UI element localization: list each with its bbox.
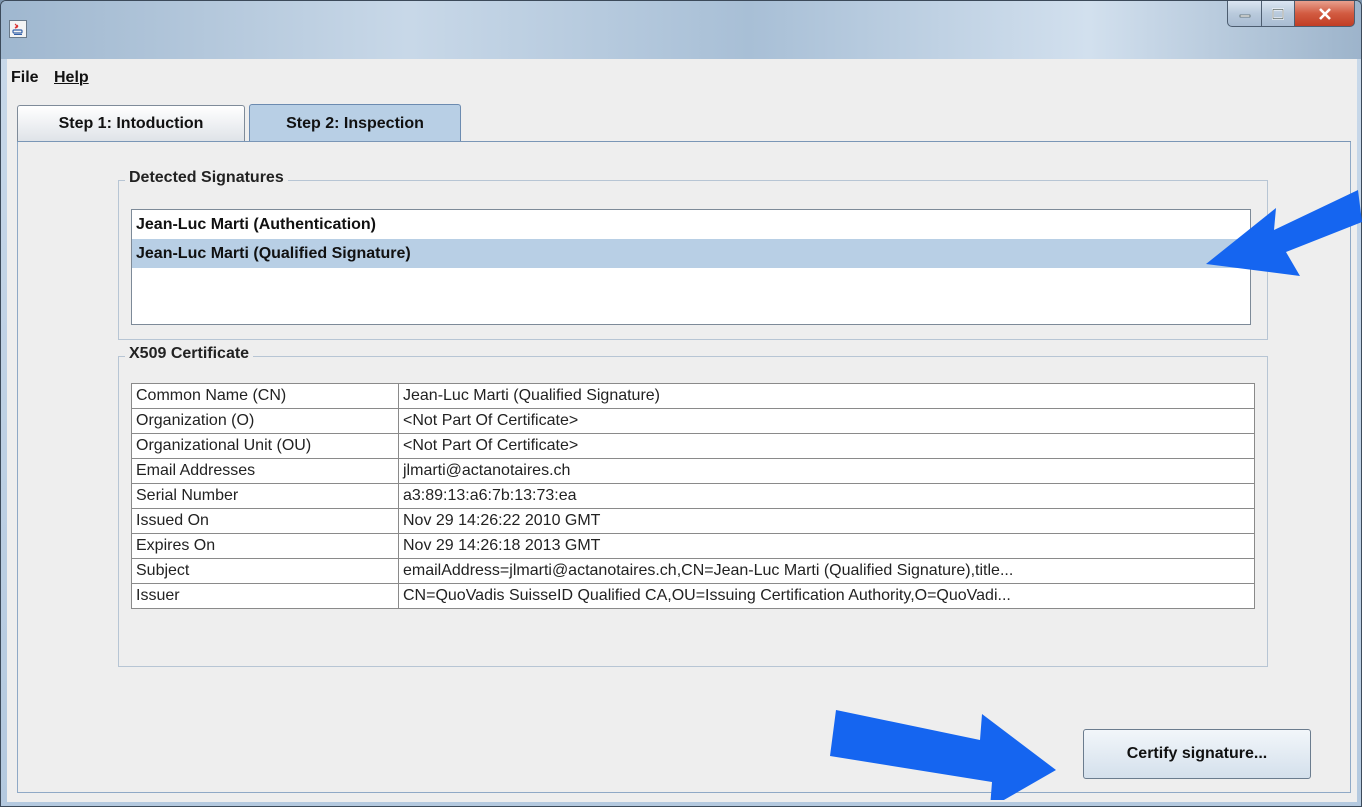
cert-value: emailAddress=jlmarti@actanotaires.ch,CN=… <box>398 558 1255 584</box>
close-icon <box>1295 1 1354 26</box>
menu-bar: File Help <box>7 59 1357 95</box>
cert-value: <Not Part Of Certificate> <box>398 408 1255 434</box>
cert-key: Organization (O) <box>131 408 399 434</box>
arrow-pointing-certify-button-icon <box>830 710 1056 800</box>
menu-file[interactable]: File <box>11 69 39 87</box>
certificate-table: Common Name (CN) Jean-Luc Marti (Qualifie… <box>131 383 1255 609</box>
cert-value: Nov 29 14:26:18 2013 GMT <box>398 533 1255 559</box>
arrow-pointing-selected-signature-icon <box>1206 190 1362 276</box>
table-row[interactable]: Issued On Nov 29 14:26:22 2010 GMT <box>131 508 1255 534</box>
java-app-icon[interactable] <box>9 20 27 38</box>
list-item-selected[interactable]: Jean-Luc Marti (Qualified Signature) <box>132 239 1250 268</box>
table-row[interactable]: Subject emailAddress=jlmarti@actanotaires… <box>131 558 1255 584</box>
cert-key: Subject <box>131 558 399 584</box>
cert-key: Issuer <box>131 583 399 609</box>
menu-help[interactable]: Help <box>54 69 89 87</box>
cert-key: Email Addresses <box>131 458 399 484</box>
cert-key: Common Name (CN) <box>131 383 399 409</box>
cert-value: Nov 29 14:26:22 2010 GMT <box>398 508 1255 534</box>
maximize-icon <box>1262 1 1294 26</box>
tab-introduction[interactable]: Step 1: Intoduction <box>17 105 245 141</box>
cert-key: Expires On <box>131 533 399 559</box>
cert-value: jlmarti@actanotaires.ch <box>398 458 1255 484</box>
cert-key: Issued On <box>131 508 399 534</box>
app-window: File Help Step 1: Intoduction Step 2: In… <box>0 0 1362 807</box>
cert-key: Serial Number <box>131 483 399 509</box>
x509-certificate-title: X509 Certificate <box>125 345 254 363</box>
list-item[interactable]: Jean-Luc Marti (Authentication) <box>132 210 1250 239</box>
client-area: File Help Step 1: Intoduction Step 2: In… <box>7 59 1357 802</box>
x509-certificate-group: X509 Certificate Common Name (CN) Jean-Lu… <box>118 345 1268 667</box>
detected-signatures-group: Detected Signatures Jean-Luc Marti (Auth… <box>118 169 1268 340</box>
minimize-button[interactable] <box>1227 1 1262 27</box>
minimize-icon <box>1228 1 1261 26</box>
tab-inspection[interactable]: Step 2: Inspection <box>249 104 461 142</box>
cert-value: Jean-Luc Marti (Qualified Signature) <box>398 383 1255 409</box>
table-row[interactable]: Common Name (CN) Jean-Luc Marti (Qualifie… <box>131 383 1255 409</box>
cert-value: a3:89:13:a6:7b:13:73:ea <box>398 483 1255 509</box>
detected-signatures-title: Detected Signatures <box>125 169 288 187</box>
close-button[interactable] <box>1295 1 1355 27</box>
table-row[interactable]: Serial Number a3:89:13:a6:7b:13:73:ea <box>131 483 1255 509</box>
table-row[interactable]: Expires On Nov 29 14:26:18 2013 GMT <box>131 533 1255 559</box>
cert-value: CN=QuoVadis SuisseID Qualified CA,OU=Iss… <box>398 583 1255 609</box>
maximize-button[interactable] <box>1262 1 1295 27</box>
table-row[interactable]: Organization (O) <Not Part Of Certificate… <box>131 408 1255 434</box>
table-row[interactable]: Email Addresses jlmarti@actanotaires.ch <box>131 458 1255 484</box>
signatures-list[interactable]: Jean-Luc Marti (Authentication) Jean-Luc… <box>131 209 1251 325</box>
table-row[interactable]: Organizational Unit (OU) <Not Part Of Cer… <box>131 433 1255 459</box>
cert-value: <Not Part Of Certificate> <box>398 433 1255 459</box>
table-row[interactable]: Issuer CN=QuoVadis SuisseID Qualified CA,… <box>131 583 1255 609</box>
title-bar[interactable] <box>1 1 1361 59</box>
cert-key: Organizational Unit (OU) <box>131 433 399 459</box>
certify-signature-button[interactable]: Certify signature... <box>1083 729 1311 779</box>
inspection-panel: Detected Signatures Jean-Luc Marti (Auth… <box>17 142 1351 793</box>
